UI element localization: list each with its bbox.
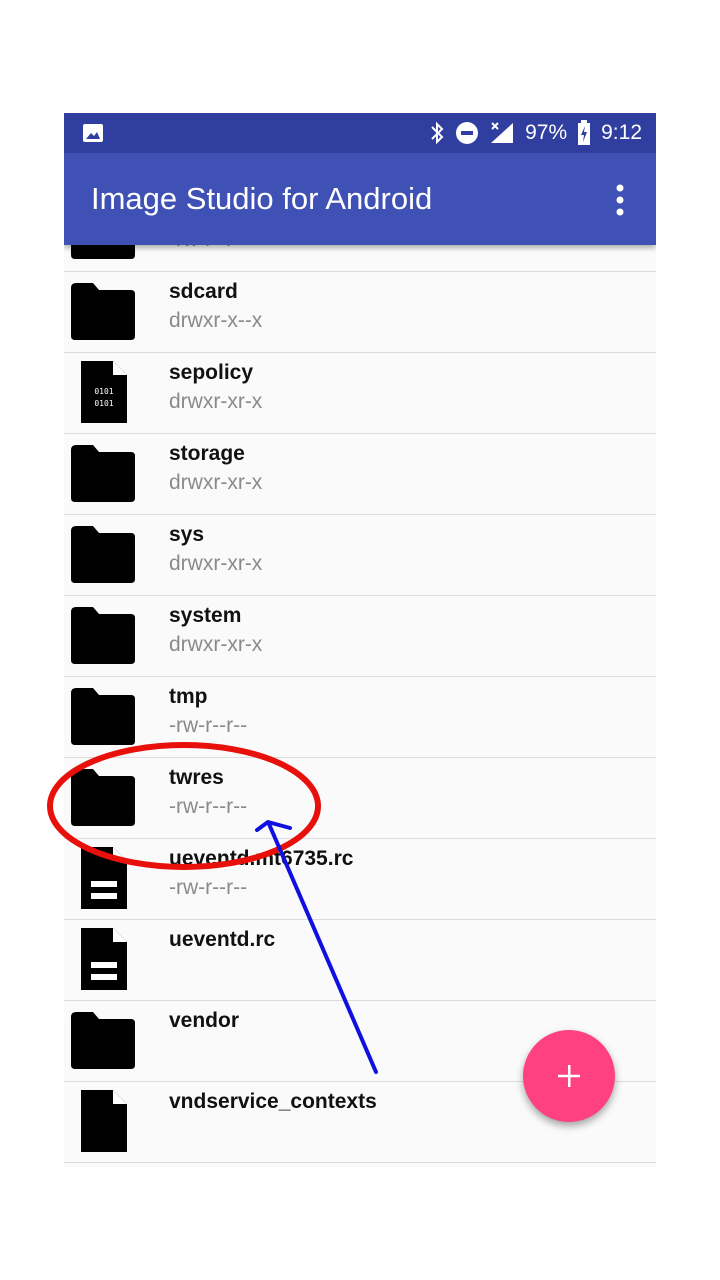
text-file-icon — [69, 928, 137, 990]
plus-icon — [558, 1065, 580, 1087]
file-row[interactable]: sys drwxr-xr-x — [64, 515, 656, 596]
file-permissions: drwxr-xr-x — [169, 471, 263, 494]
battery-charging-icon — [578, 120, 591, 145]
folder-icon — [69, 1009, 137, 1071]
file-row[interactable]: 0101 0101 sepolicy drwxr-xr-x — [64, 353, 656, 434]
file-row[interactable]: system drwxr-xr-x — [64, 596, 656, 677]
svg-text:0101: 0101 — [94, 387, 113, 396]
file-permissions: drwxr-xr-x — [169, 633, 263, 656]
file-permissions: -rw-r--r-- — [169, 714, 248, 737]
file-name: sepolicy — [169, 361, 254, 384]
file-name: storage — [169, 442, 245, 465]
file-name: sys — [169, 523, 205, 546]
file-name: ueventd.rc — [169, 928, 276, 951]
file-permissions: drwxr-xr-x — [169, 552, 263, 575]
app-title: Image Studio for Android — [91, 181, 433, 216]
file-permissions: drwxr-xr-x — [169, 390, 263, 413]
folder-icon — [69, 442, 137, 504]
status-bar: 97% 9:12 — [64, 113, 656, 153]
svg-text:0101: 0101 — [94, 399, 113, 408]
file-row[interactable]: sdcard drwxr-x--x — [64, 272, 656, 353]
folder-icon — [69, 523, 137, 585]
file-name: tmp — [169, 685, 208, 708]
file-row[interactable]: twres -rw-r--r-- — [64, 758, 656, 839]
bluetooth-icon — [431, 121, 444, 145]
do-not-disturb-icon — [456, 122, 479, 144]
file-name: vndservice_contexts — [169, 1090, 377, 1113]
file-permissions: drwxr-x--x — [169, 309, 263, 332]
image-icon — [83, 124, 103, 142]
file-row[interactable]: ueventd.mt6735.rc -rw-r--r-- — [64, 839, 656, 920]
binary-file-icon: 0101 0101 — [69, 361, 137, 423]
folder-icon — [69, 766, 137, 828]
text-file-icon — [69, 847, 137, 909]
folder-icon — [69, 280, 137, 342]
file-row[interactable]: tmp -rw-r--r-- — [64, 677, 656, 758]
file-row[interactable]: ueventd.rc — [64, 920, 656, 1001]
file-name: twres — [169, 766, 224, 789]
folder-icon — [69, 685, 137, 747]
app-bar: Image Studio for Android — [64, 153, 656, 245]
signal-icon — [491, 122, 514, 143]
battery-percent: 97% — [525, 121, 568, 144]
more-vert-icon[interactable] — [606, 183, 634, 217]
file-name: vendor — [169, 1009, 240, 1032]
file-list: -rw-r--r-- sdcard drwxr-x--x 0101 0101 sepoli… — [64, 202, 656, 1163]
file-name: system — [169, 604, 242, 627]
file-name: ueventd.mt6735.rc — [169, 847, 354, 870]
folder-icon — [69, 604, 137, 666]
phone-screen: 97% 9:12 Image Studio for Android -rw-r-… — [64, 113, 656, 1167]
file-permissions: -rw-r--r-- — [169, 795, 248, 818]
file-icon — [69, 1090, 137, 1152]
file-name: sdcard — [169, 280, 238, 303]
file-permissions: -rw-r--r-- — [169, 876, 248, 899]
file-row[interactable]: storage drwxr-xr-x — [64, 434, 656, 515]
clock: 9:12 — [601, 121, 642, 144]
add-button[interactable] — [523, 1030, 615, 1122]
